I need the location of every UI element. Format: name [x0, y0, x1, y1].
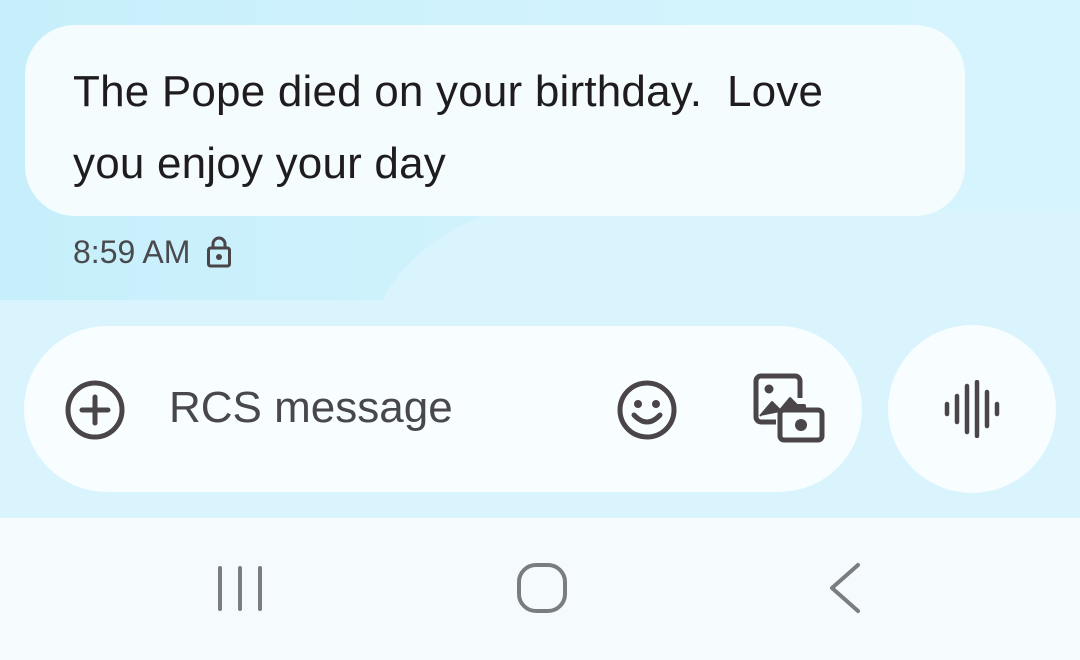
voice-button[interactable] — [888, 325, 1056, 493]
lock-icon — [206, 235, 232, 269]
message-bubble[interactable]: The Pope died on your birthday. Love you… — [25, 25, 965, 216]
recents-icon[interactable] — [215, 565, 265, 618]
emoji-icon[interactable] — [616, 379, 678, 441]
home-icon[interactable] — [516, 562, 568, 619]
message-timestamp: 8:59 AM — [73, 233, 191, 270]
system-nav-bar — [0, 518, 1080, 660]
gallery-camera-icon[interactable] — [752, 372, 828, 448]
voice-waveform-icon — [944, 380, 1000, 438]
back-icon[interactable] — [828, 562, 862, 619]
message-meta: 8:59 AM — [73, 232, 232, 272]
message-input[interactable] — [169, 378, 599, 438]
message-text: The Pope died on your birthday. Love you… — [73, 67, 824, 188]
plus-circle-icon[interactable] — [64, 379, 126, 441]
message-composer — [24, 326, 862, 492]
